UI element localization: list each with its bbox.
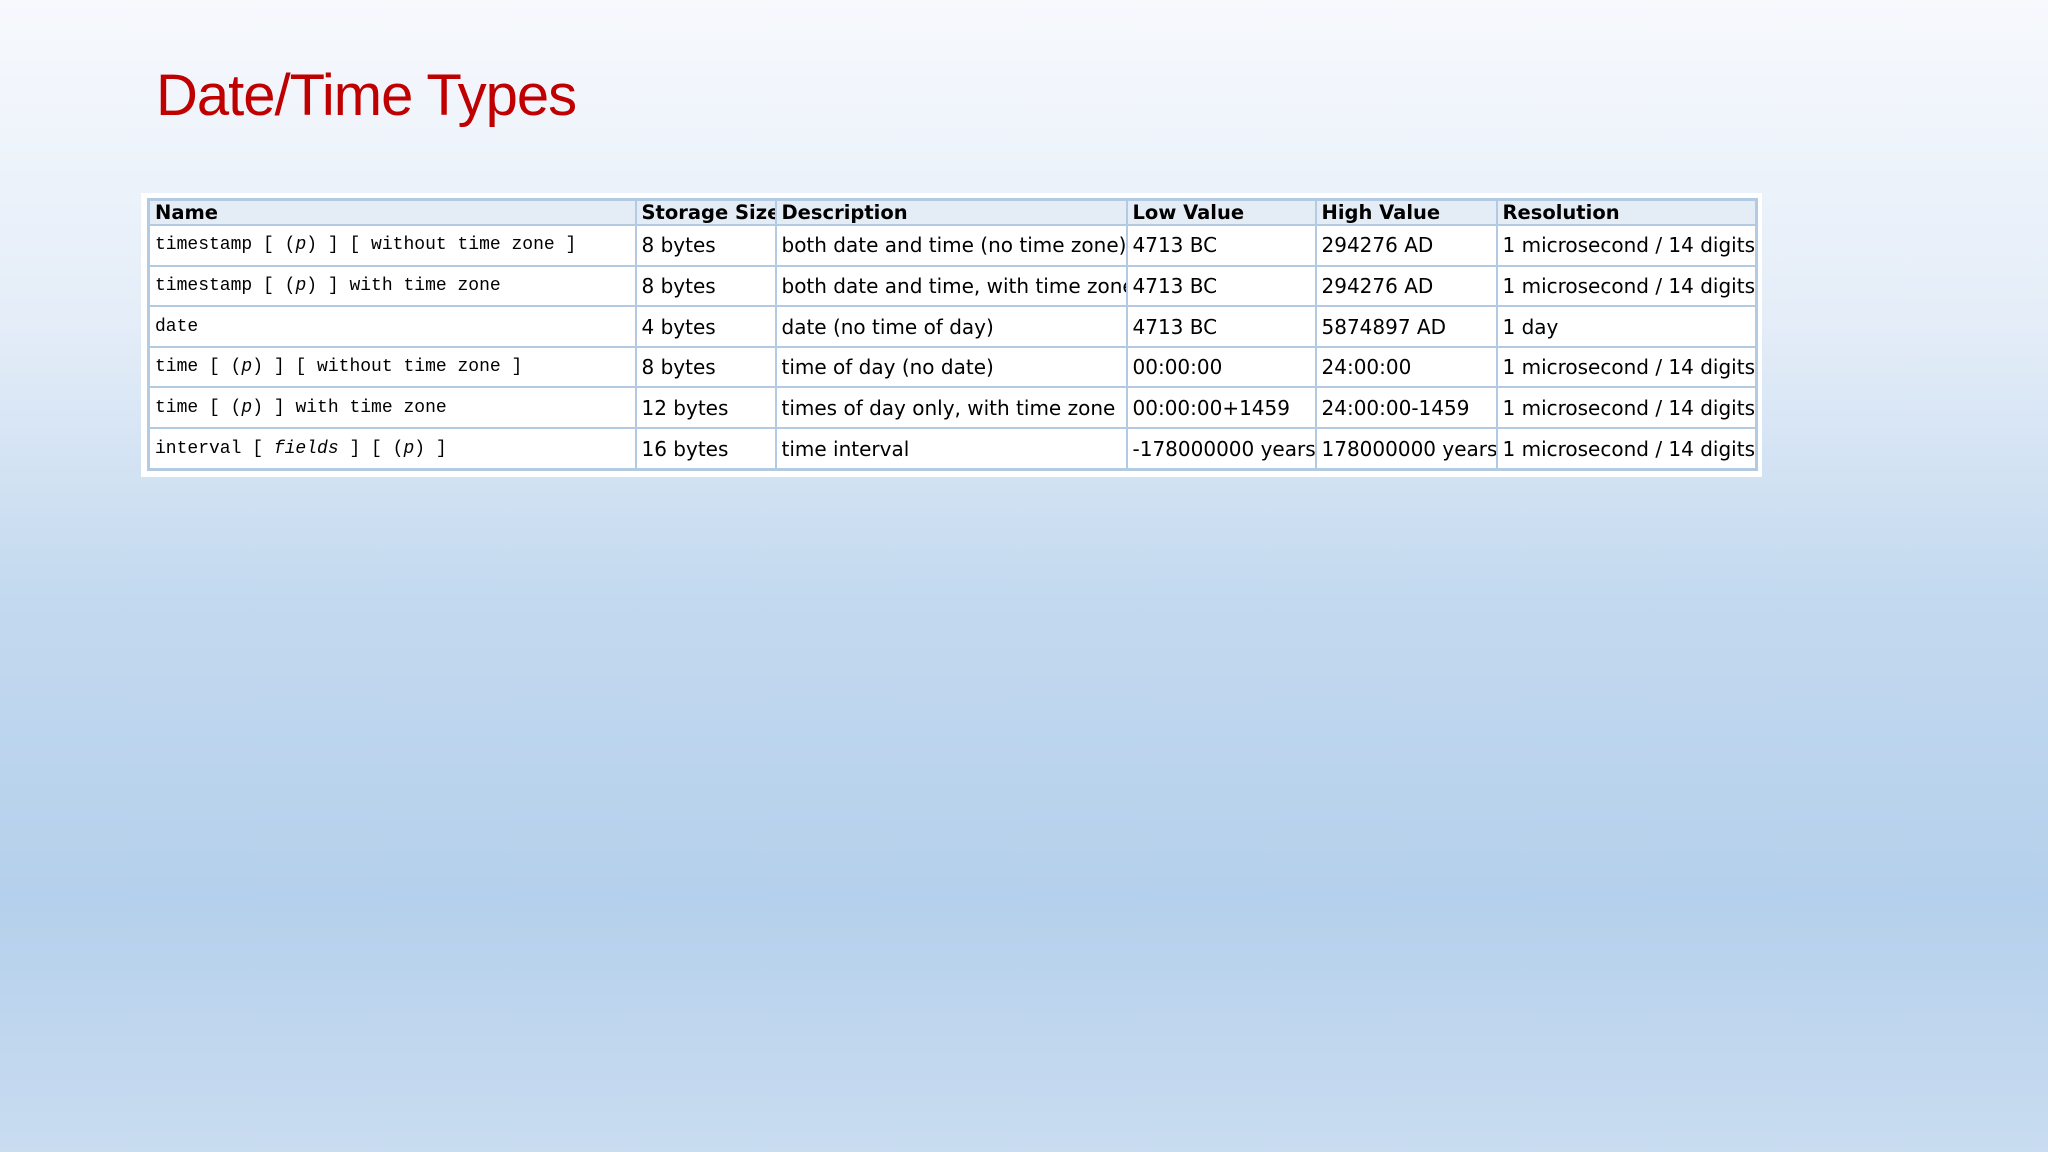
column-header-description: Description [774, 198, 1128, 226]
cell-description: both date and time, with time zone [774, 264, 1128, 308]
type-name-text: timestamp [ ( [155, 235, 296, 256]
cell-description: time of day (no date) [774, 345, 1128, 389]
column-header-name: Name [147, 198, 637, 226]
cell-resolution: 1 microsecond / 14 digits [1495, 427, 1758, 471]
type-name-parameter: p [403, 438, 415, 459]
type-name-parameter: p [295, 235, 307, 256]
cell-low-value: 00:00:00+1459 [1125, 386, 1317, 430]
cell-type-name: time [ (p) ] with time zone [147, 386, 637, 430]
type-name-text: timestamp [ ( [155, 275, 296, 296]
type-name-text: ] [ ( [338, 438, 404, 459]
cell-storage-size: 4 bytes [634, 305, 777, 348]
column-header-low-value: Low Value [1125, 198, 1317, 226]
cell-storage-size: 8 bytes [634, 264, 777, 308]
cell-storage-size: 8 bytes [634, 224, 777, 267]
type-name-parameter: fields [273, 438, 339, 459]
type-name-text: ) ] with time zone [306, 275, 501, 296]
table-row: time [ (p) ] [ without time zone ] 8 byte… [147, 345, 1758, 389]
cell-storage-size: 16 bytes [634, 427, 777, 471]
type-name-text: time [ ( [155, 357, 242, 378]
cell-resolution: 1 day [1495, 305, 1758, 348]
cell-type-name: timestamp [ (p) ] [ without time zone ] [147, 224, 637, 267]
cell-description: date (no time of day) [774, 305, 1128, 348]
table-header-row: Name Storage Size Description Low Value … [147, 198, 1758, 226]
cell-storage-size: 8 bytes [634, 345, 777, 389]
type-name-text: ) ] [ without time zone ] [306, 235, 577, 256]
slide-title: Date/Time Types [156, 63, 577, 128]
column-header-high-value: High Value [1314, 198, 1498, 226]
cell-low-value: 4713 BC [1125, 305, 1317, 348]
cell-storage-size: 12 bytes [634, 386, 777, 430]
cell-type-name: time [ (p) ] [ without time zone ] [147, 345, 637, 389]
cell-high-value: 24:00:00 [1314, 345, 1498, 389]
type-name-text: ) ] [ without time zone ] [252, 357, 523, 378]
cell-low-value: 4713 BC [1125, 264, 1317, 308]
type-name-text: ) ] [414, 438, 447, 459]
date-time-types-table-frame: Name Storage Size Description Low Value … [141, 193, 1762, 477]
table-row: interval [ fields ] [ (p) ] 16 bytes time … [147, 427, 1758, 471]
type-name-parameter: p [295, 275, 307, 296]
cell-resolution: 1 microsecond / 14 digits [1495, 224, 1758, 267]
cell-description: both date and time (no time zone) [774, 224, 1128, 267]
type-name-text: ) ] with time zone [252, 397, 447, 418]
cell-high-value: 294276 AD [1314, 224, 1498, 267]
type-name-text: date [155, 316, 199, 337]
type-name-parameter: p [241, 397, 253, 418]
table-row: timestamp [ (p) ] [ without time zone ] 8… [147, 224, 1758, 267]
cell-high-value: 178000000 years [1314, 427, 1498, 471]
cell-high-value: 24:00:00-1459 [1314, 386, 1498, 430]
column-header-storage-size: Storage Size [634, 198, 777, 226]
cell-low-value: 4713 BC [1125, 224, 1317, 267]
column-header-resolution: Resolution [1495, 198, 1758, 226]
table-body: timestamp [ (p) ] [ without time zone ] 8… [147, 224, 1758, 471]
type-name-text: interval [ [155, 438, 274, 459]
cell-description: time interval [774, 427, 1128, 471]
cell-resolution: 1 microsecond / 14 digits [1495, 345, 1758, 389]
cell-low-value: -178000000 years [1125, 427, 1317, 471]
cell-low-value: 00:00:00 [1125, 345, 1317, 389]
cell-high-value: 294276 AD [1314, 264, 1498, 308]
table-row: timestamp [ (p) ] with time zone 8 bytes b… [147, 264, 1758, 308]
type-name-text: time [ ( [155, 397, 242, 418]
cell-resolution: 1 microsecond / 14 digits [1495, 386, 1758, 430]
type-name-parameter: p [241, 357, 253, 378]
table-row: time [ (p) ] with time zone 12 bytes times… [147, 386, 1758, 430]
cell-type-name: date [147, 305, 637, 348]
cell-type-name: timestamp [ (p) ] with time zone [147, 264, 637, 308]
date-time-types-table: Name Storage Size Description Low Value … [147, 198, 1758, 471]
cell-resolution: 1 microsecond / 14 digits [1495, 264, 1758, 308]
cell-description: times of day only, with time zone [774, 386, 1128, 430]
cell-high-value: 5874897 AD [1314, 305, 1498, 348]
table-row: date 4 bytes date (no time of day) 4713 BC 5… [147, 305, 1758, 348]
cell-type-name: interval [ fields ] [ (p) ] [147, 427, 637, 471]
